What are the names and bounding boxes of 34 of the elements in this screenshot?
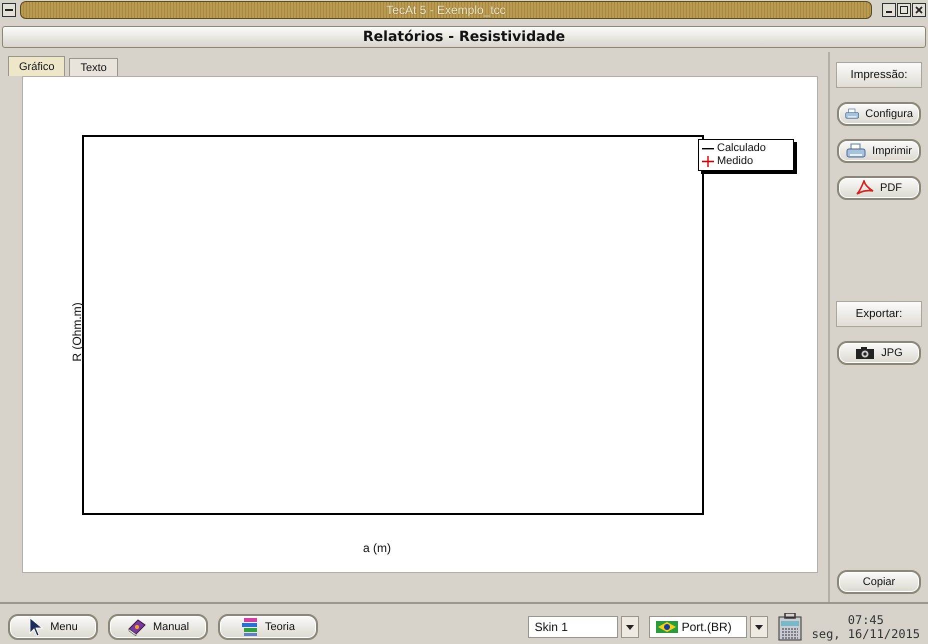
tab[interactable]: Texto: [69, 58, 118, 76]
copy-button[interactable]: Copiar: [837, 570, 921, 594]
system-menu-icon[interactable]: [2, 3, 16, 17]
maximize-icon[interactable]: [897, 3, 911, 17]
toolbar-button[interactable]: Menu: [8, 614, 98, 640]
print-button[interactable]: Configura: [837, 102, 921, 126]
calendar-icon[interactable]: [778, 613, 802, 641]
x-axis-label: a (m): [363, 541, 391, 555]
skin-dropdown[interactable]: Skin 1: [528, 616, 618, 638]
language-dropdown[interactable]: Port.(BR): [648, 616, 747, 638]
camera-icon: [855, 346, 876, 360]
window-title: TecAt 5 - Exemplo_tcc: [386, 3, 506, 17]
pdf-icon: [856, 180, 874, 196]
export-button[interactable]: JPG: [837, 341, 921, 365]
book-icon: [126, 618, 147, 636]
pdf-button[interactable]: PDF: [837, 176, 921, 200]
toolbar-button[interactable]: Teoria: [218, 614, 318, 640]
minimize-icon[interactable]: [882, 3, 896, 17]
flag-icon: [656, 621, 678, 633]
cursor-icon: [28, 617, 44, 637]
toolbar-button[interactable]: Manual: [108, 614, 208, 640]
section-label: Exportar:: [836, 301, 922, 327]
y-axis-label: R (Ohm.m): [70, 301, 84, 364]
tab[interactable]: Gráfico: [8, 56, 66, 76]
print-button[interactable]: Imprimir: [837, 139, 921, 163]
page-title: Relatórios - Resistividade: [362, 29, 566, 45]
stack-icon: [241, 617, 260, 637]
legend-label: Medido: [717, 155, 754, 168]
printer-icon: [846, 143, 866, 159]
section-label: Impressão:: [836, 62, 922, 88]
clock-date: seg, 16/11/2015: [812, 627, 920, 641]
close-icon[interactable]: [912, 3, 926, 17]
clock-time: 07:45: [848, 613, 884, 627]
legend-label: Calculado: [717, 142, 766, 155]
